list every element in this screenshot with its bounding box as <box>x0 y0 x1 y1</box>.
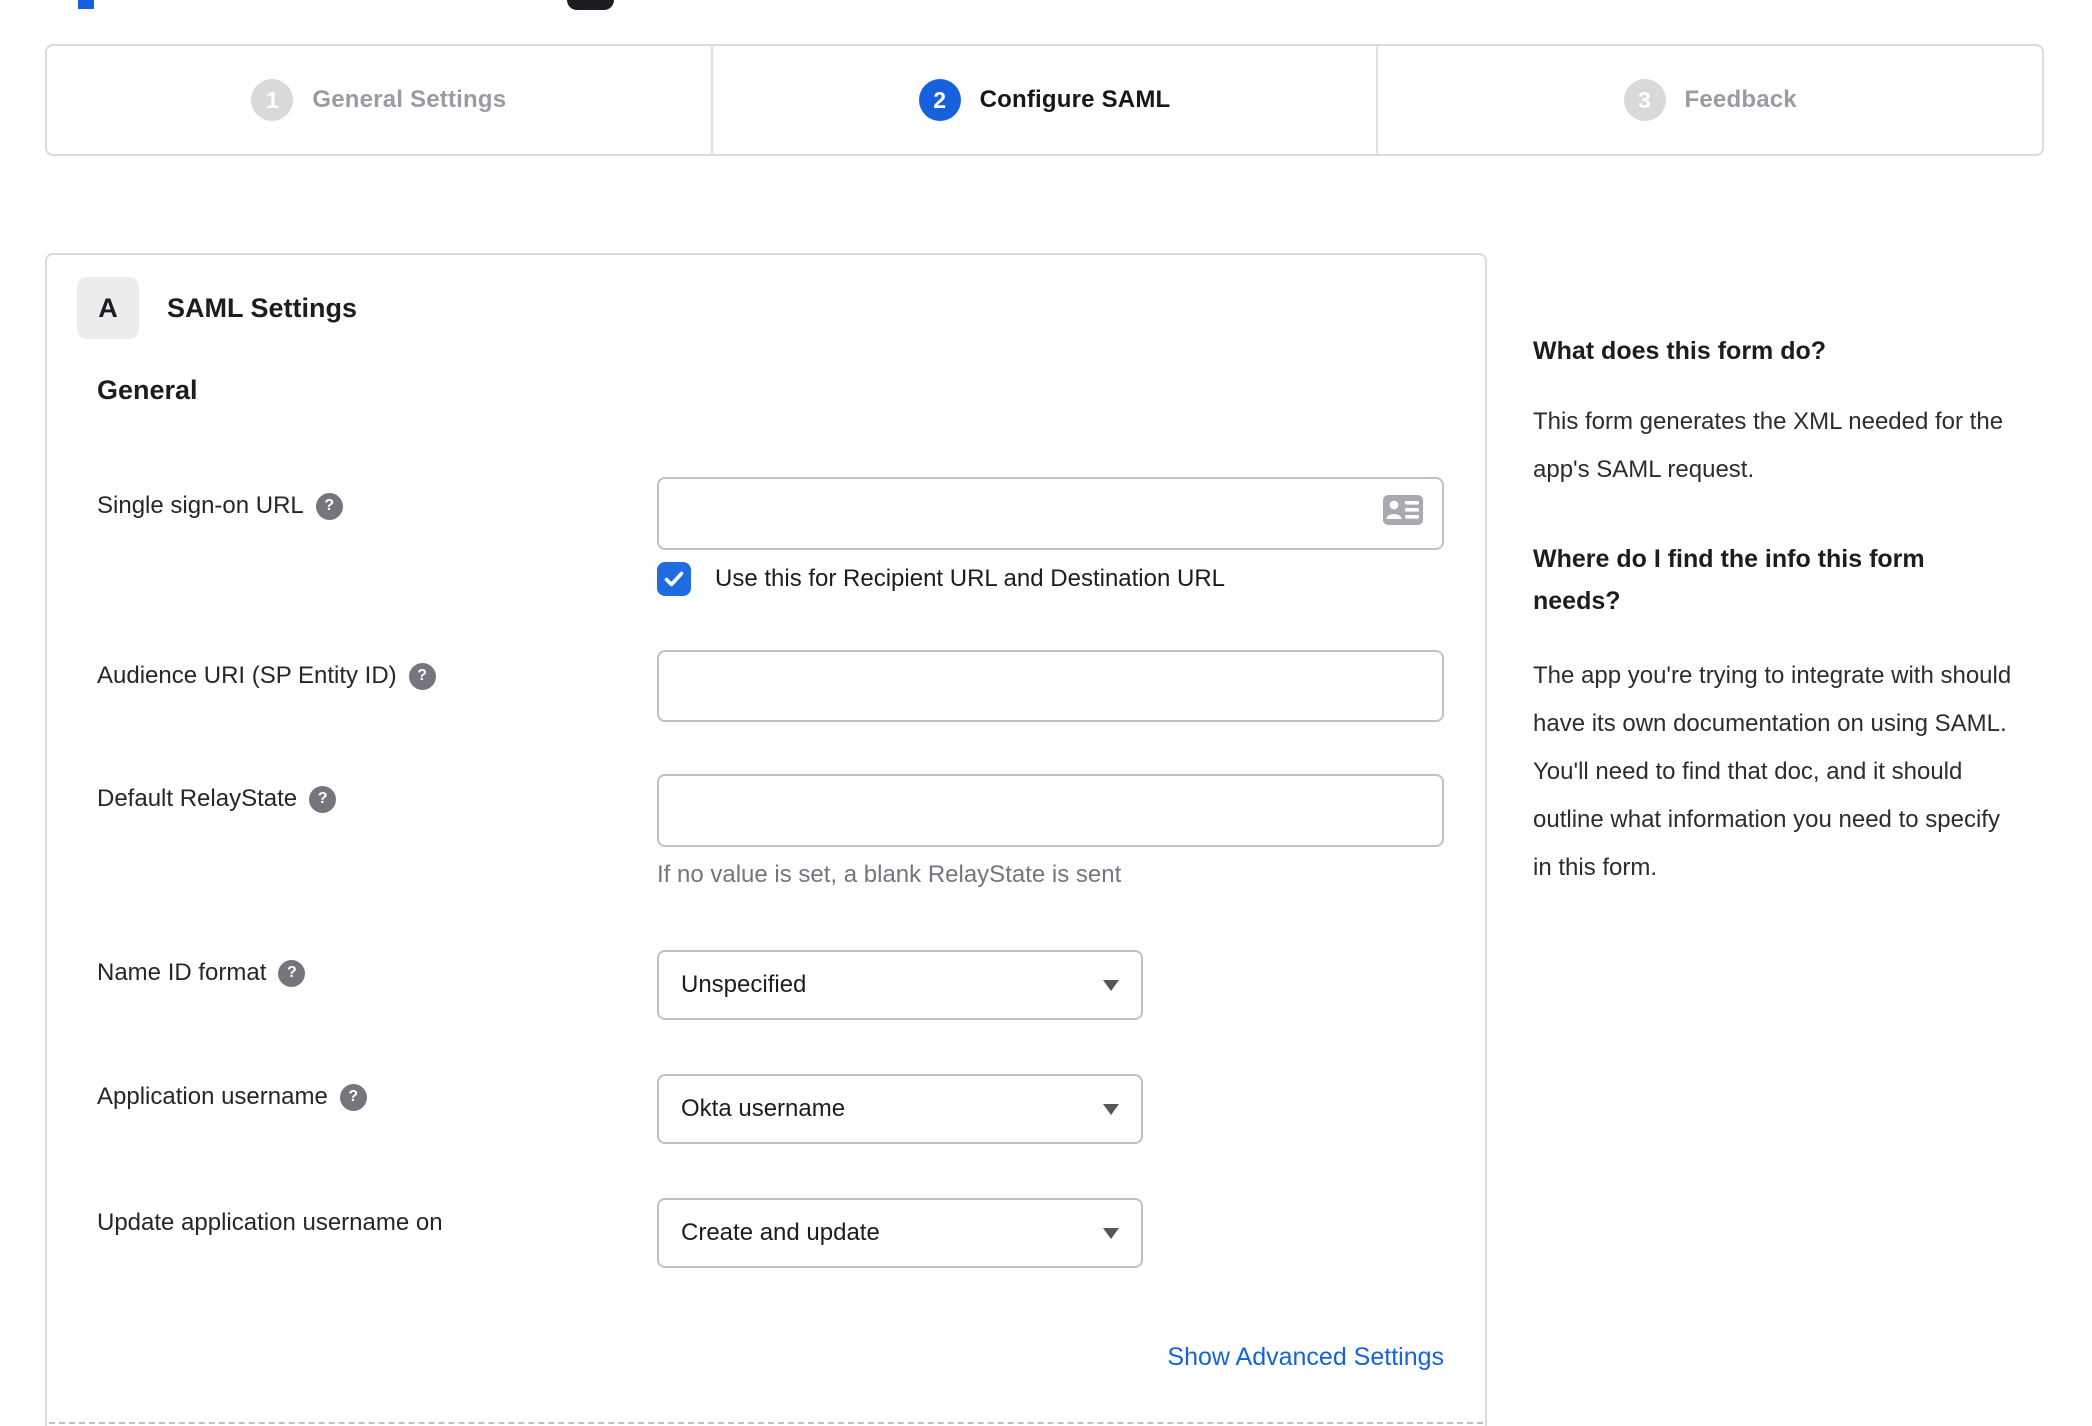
help-icon[interactable]: ? <box>315 492 343 520</box>
caret-down-icon <box>1103 1103 1119 1115</box>
panel-title: SAML Settings <box>167 292 358 323</box>
application-username-select[interactable]: Okta username <box>657 1074 1143 1144</box>
saml-setup-page: 1 General Settings 2 Configure SAML 3 Fe… <box>0 0 2092 1426</box>
recipient-url-checkbox[interactable] <box>657 562 691 596</box>
recipient-url-checkbox-label[interactable]: Use this for Recipient URL and Destinati… <box>715 565 1225 593</box>
audience-uri-input[interactable] <box>657 650 1444 722</box>
default-relaystate-input[interactable] <box>657 774 1444 847</box>
panel-header: A SAML Settings <box>77 277 357 339</box>
step-general-settings[interactable]: 1 General Settings <box>47 46 711 154</box>
help-sidebar: What does this form do? This form genera… <box>1533 330 2015 892</box>
sidebar-question-1: What does this form do? <box>1533 337 1827 365</box>
general-section-title: General <box>97 375 198 405</box>
application-username-label: Application username ? <box>97 1083 367 1111</box>
application-username-value: Okta username <box>681 1095 846 1122</box>
name-id-format-label: Name ID format ? <box>97 959 306 987</box>
sso-url-label-text: Single sign-on URL <box>97 492 304 519</box>
help-icon[interactable]: ? <box>339 1083 367 1111</box>
show-advanced-settings-link[interactable]: Show Advanced Settings <box>657 1343 1444 1372</box>
help-icon[interactable]: ? <box>408 662 436 690</box>
update-username-label: Update application username on <box>97 1209 443 1237</box>
checkmark-icon <box>664 571 684 587</box>
default-relaystate-label-text: Default RelayState <box>97 785 298 812</box>
step-number-badge: 1 <box>251 79 294 121</box>
name-id-format-label-text: Name ID format <box>97 959 267 986</box>
step-label: Configure SAML <box>979 86 1171 113</box>
sidebar-answer-1: This form generates the XML needed for t… <box>1533 408 2004 483</box>
audience-uri-label-text: Audience URI (SP Entity ID) <box>97 662 397 689</box>
step-label: General Settings <box>312 86 507 113</box>
section-dashed-divider <box>49 1422 1483 1424</box>
sso-url-label: Single sign-on URL ? <box>97 492 343 520</box>
cutoff-blue-element <box>78 0 94 9</box>
step-label: Feedback <box>1684 86 1797 113</box>
wizard-stepper: 1 General Settings 2 Configure SAML 3 Fe… <box>45 44 2044 156</box>
sso-url-input[interactable] <box>657 477 1444 550</box>
caret-down-icon <box>1103 1227 1119 1239</box>
recipient-url-checkbox-row: Use this for Recipient URL and Destinati… <box>657 562 1225 596</box>
name-id-format-value: Unspecified <box>681 971 807 998</box>
section-a-badge: A <box>77 277 139 339</box>
application-username-label-text: Application username <box>97 1083 328 1110</box>
cutoff-dark-element <box>567 0 614 10</box>
sidebar-answer-2: The app you're trying to integrate with … <box>1533 662 2012 881</box>
update-username-value: Create and update <box>681 1219 880 1246</box>
help-icon[interactable]: ? <box>278 959 306 987</box>
name-id-format-select[interactable]: Unspecified <box>657 950 1143 1020</box>
relaystate-helper-text: If no value is set, a blank RelayState i… <box>657 861 1122 888</box>
step-number-badge: 3 <box>1623 79 1666 121</box>
help-icon[interactable]: ? <box>309 785 337 813</box>
update-username-select[interactable]: Create and update <box>657 1198 1143 1268</box>
step-feedback[interactable]: 3 Feedback <box>1376 46 2042 154</box>
step-configure-saml[interactable]: 2 Configure SAML <box>710 46 1377 154</box>
audience-uri-label: Audience URI (SP Entity ID) ? <box>97 662 436 690</box>
saml-settings-panel: A SAML Settings General Single sign-on U… <box>45 253 1487 1426</box>
sidebar-question-2: Where do I find the info this form needs… <box>1533 545 1925 615</box>
default-relaystate-label: Default RelayState ? <box>97 785 337 813</box>
step-number-badge: 2 <box>918 79 961 121</box>
update-username-label-text: Update application username on <box>97 1209 443 1236</box>
caret-down-icon <box>1103 979 1119 991</box>
